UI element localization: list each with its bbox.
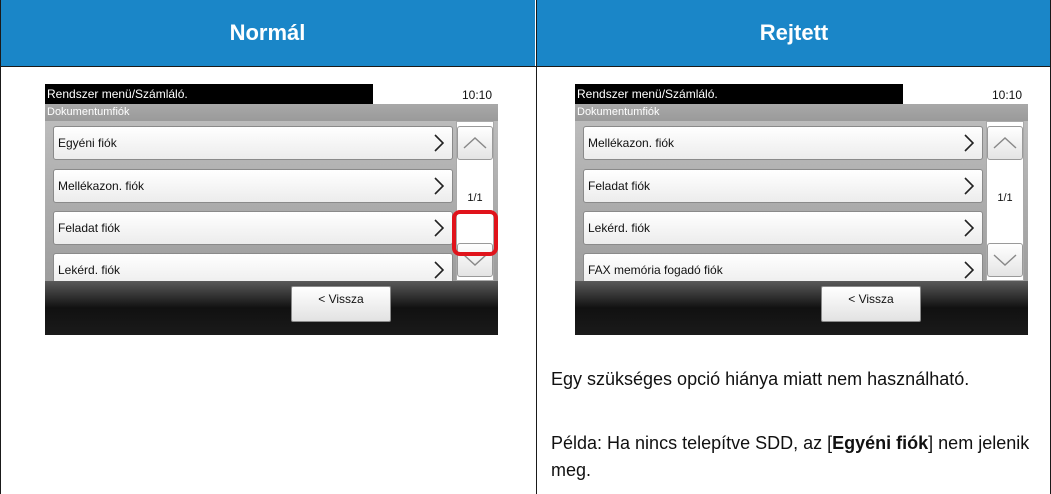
back-button[interactable]: < Vissza — [291, 286, 391, 322]
page-indicator: 1/1 — [467, 192, 483, 204]
scroll-panel: 1/1 — [986, 121, 1024, 281]
highlight-frame — [452, 210, 498, 256]
list-item-label: Lekérd. fiók — [588, 221, 651, 235]
screen-footer: < Vissza — [45, 281, 498, 335]
chevron-right-icon — [964, 177, 974, 195]
list-item-label: Egyéni fiók — [58, 136, 117, 150]
screen-title: Rendszer menü/Számláló. — [575, 84, 903, 104]
back-button[interactable]: < Vissza — [821, 286, 921, 322]
clock: 10:10 — [991, 88, 1022, 102]
scroll-up-button[interactable] — [987, 126, 1023, 160]
list-item-label: FAX memória fogadó fiók — [588, 263, 723, 277]
clock: 10:10 — [461, 88, 492, 102]
scroll-panel: 1/1 — [456, 121, 494, 281]
chevron-right-icon — [434, 261, 444, 279]
chevron-right-icon — [964, 134, 974, 152]
description-paragraph-2: Példa: Ha nincs telepítve SDD, az [Egyén… — [551, 430, 1031, 484]
chevron-right-icon — [964, 219, 974, 237]
description-paragraph-1: Egy szükséges opció hiánya miatt nem has… — [551, 369, 970, 389]
screen-title: Rendszer menü/Számláló. — [45, 84, 373, 104]
table-divider-vertical — [536, 0, 537, 494]
chevron-up-icon — [993, 137, 1017, 149]
list-item-label: Mellékazon. fiók — [58, 179, 145, 193]
table-divider-horizontal — [0, 66, 1051, 67]
screen-subtitle: Dokumentumfiók — [45, 104, 498, 121]
screen-normal: Rendszer menü/Számláló. 10:10 Dokumentum… — [45, 84, 498, 335]
chevron-right-icon — [434, 134, 444, 152]
list-item-label: Lekérd. fiók — [58, 263, 121, 277]
list-item-button[interactable]: Egyéni fiók — [53, 126, 453, 160]
chevron-right-icon — [964, 261, 974, 279]
chevron-up-icon — [463, 137, 487, 149]
list-item-label: Mellékazon. fiók — [588, 136, 675, 150]
scroll-down-button[interactable] — [987, 243, 1023, 277]
chevron-right-icon — [434, 177, 444, 195]
header-normal: Normál — [0, 0, 536, 66]
list-item-button[interactable]: Feladat fiók — [583, 169, 983, 203]
list-item-label: Feladat fiók — [588, 179, 651, 193]
page-indicator: 1/1 — [997, 192, 1013, 204]
example-bold-text: Egyéni fiók — [832, 433, 929, 453]
table-border-left — [0, 0, 1, 494]
header-hidden: Rejtett — [537, 0, 1051, 66]
list-item-button[interactable]: Mellékazon. fiók — [53, 169, 453, 203]
screen-subtitle: Dokumentumfiók — [575, 104, 1028, 121]
list-item-button[interactable]: Lekérd. fiók — [583, 211, 983, 245]
list-item-button[interactable]: Mellékazon. fiók — [583, 126, 983, 160]
screen-hidden: Rendszer menü/Számláló. 10:10 Dokumentum… — [575, 84, 1028, 335]
scroll-up-button[interactable] — [457, 126, 493, 160]
chevron-right-icon — [434, 219, 444, 237]
list-item-label: Feladat fiók — [58, 221, 121, 235]
example-text-start: Példa: Ha nincs telepítve SDD, az [ — [551, 433, 833, 453]
list-item-button[interactable]: Feladat fiók — [53, 211, 453, 245]
screen-footer: < Vissza — [575, 281, 1028, 335]
chevron-down-icon — [993, 254, 1017, 266]
